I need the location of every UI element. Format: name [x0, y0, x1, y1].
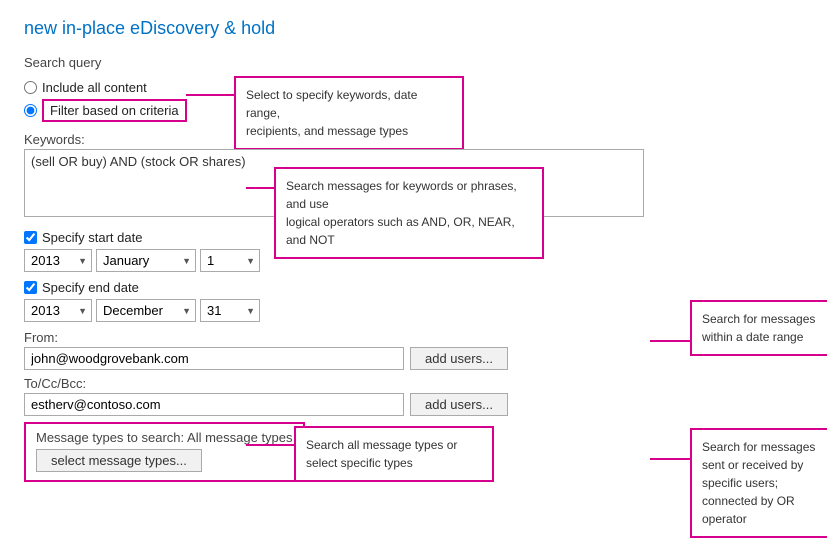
toccbcc-row: add users... Search for messages sent or…: [24, 393, 803, 416]
start-year-select[interactable]: 201020112012201320142015: [24, 249, 92, 272]
radio-include-all-label[interactable]: Include all content: [42, 80, 147, 95]
radio-filter-label[interactable]: Filter based on criteria: [50, 103, 179, 118]
start-day-select[interactable]: 1234567891011121314151617181920212223242…: [200, 249, 260, 272]
callout-message-types-line: [246, 444, 294, 446]
callout-filter: Select to specify keywords, date range, …: [234, 76, 464, 150]
start-month-wrapper: JanuaryFebruaryMarchAprilMayJuneJulyAugu…: [96, 249, 196, 272]
end-day-select[interactable]: 1234567891011121314151617181920212223242…: [200, 299, 260, 322]
page-title: new in-place eDiscovery & hold: [24, 18, 803, 39]
from-input[interactable]: [24, 347, 404, 370]
start-date-label[interactable]: Specify start date: [42, 230, 142, 245]
end-year-select[interactable]: 201020112012201320142015: [24, 299, 92, 322]
end-date-checkbox-row: Specify end date: [24, 280, 803, 295]
callout-keywords: Search messages for keywords or phrases,…: [274, 167, 544, 259]
toccbcc-input[interactable]: [24, 393, 404, 416]
callout-keywords-line: [246, 187, 274, 189]
start-year-wrapper: 201020112012201320142015: [24, 249, 92, 272]
from-section: From: add users...: [24, 330, 803, 370]
from-add-users-button[interactable]: add users...: [410, 347, 508, 370]
keywords-wrapper: (sell OR buy) AND (stock OR shares) Sear…: [24, 149, 803, 220]
select-message-types-button[interactable]: select message types...: [36, 449, 202, 472]
message-types-label: Message types to search: All message typ…: [36, 430, 293, 445]
end-year-wrapper: 201020112012201320142015: [24, 299, 92, 322]
toccbcc-add-users-button[interactable]: add users...: [410, 393, 508, 416]
toccbcc-label: To/Cc/Bcc:: [24, 376, 803, 391]
toccbcc-section: To/Cc/Bcc: add users... Search for messa…: [24, 376, 803, 416]
callout-date-range: Search for messages within a date range: [690, 300, 827, 356]
radio-include-all[interactable]: [24, 81, 37, 94]
message-types-box: Message types to search: All message typ…: [24, 422, 305, 482]
end-date-checkbox[interactable]: [24, 281, 37, 294]
end-day-wrapper: 1234567891011121314151617181920212223242…: [200, 299, 260, 322]
callout-message-types: Search all message types or select speci…: [294, 426, 494, 482]
end-month-select[interactable]: JanuaryFebruaryMarchAprilMayJuneJulyAugu…: [96, 299, 196, 322]
from-label: From:: [24, 330, 803, 345]
radio-filter-criteria[interactable]: [24, 104, 37, 117]
start-day-wrapper: 1234567891011121314151617181920212223242…: [200, 249, 260, 272]
start-month-select[interactable]: JanuaryFebruaryMarchAprilMayJuneJulyAugu…: [96, 249, 196, 272]
search-query-label: Search query: [24, 55, 803, 70]
end-date-row: 201020112012201320142015 JanuaryFebruary…: [24, 299, 803, 322]
message-types-section: Message types to search: All message typ…: [24, 422, 803, 482]
end-month-wrapper: JanuaryFebruaryMarchAprilMayJuneJulyAugu…: [96, 299, 196, 322]
start-date-checkbox[interactable]: [24, 231, 37, 244]
filter-label-box: Filter based on criteria: [42, 99, 187, 122]
end-date-label[interactable]: Specify end date: [42, 280, 139, 295]
callout-date-range-line: [650, 340, 690, 342]
callout-filter-line: [186, 94, 234, 96]
from-row: add users...: [24, 347, 803, 370]
